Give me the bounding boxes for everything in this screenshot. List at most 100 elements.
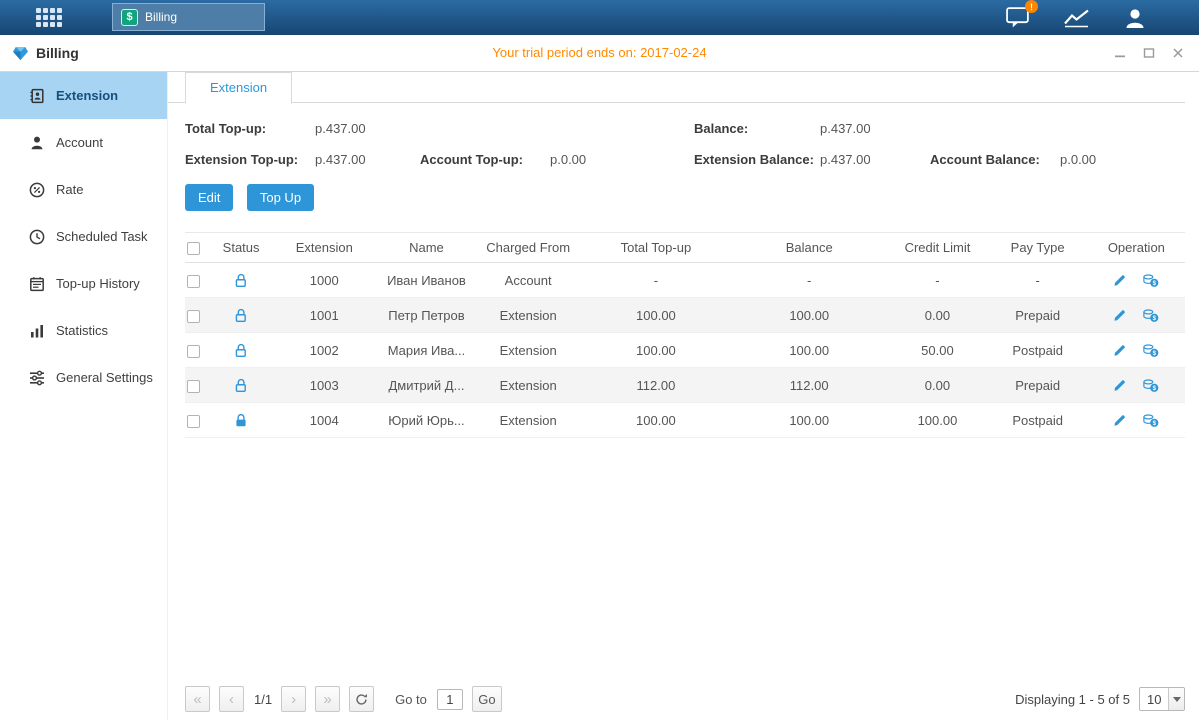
cell-name: Мария Ива... (377, 333, 475, 368)
edit-row-icon[interactable] (1113, 273, 1127, 287)
cell-extension: 1001 (271, 298, 377, 333)
page-size-select[interactable]: 10 (1139, 687, 1185, 711)
taskbar-item-billing[interactable]: $ Billing (112, 3, 265, 31)
last-page-button[interactable]: » (315, 686, 340, 712)
edit-row-icon[interactable] (1113, 308, 1127, 322)
cell-balance: 100.00 (731, 298, 887, 333)
top-up-row-icon[interactable]: $ (1143, 308, 1159, 323)
column-header-status: Status (211, 233, 271, 263)
edit-row-icon[interactable] (1113, 378, 1127, 392)
billing-window-icon (12, 46, 29, 61)
top-up-row-icon[interactable]: $ (1143, 413, 1159, 428)
page-indicator: 1/1 (254, 692, 272, 707)
select-all-checkbox[interactable] (187, 242, 200, 255)
extension-balance-label: Extension Balance: (694, 152, 820, 167)
statistics-topbar-icon[interactable] (1063, 8, 1091, 28)
apps-grid-icon[interactable] (36, 8, 62, 27)
tab-extension[interactable]: Extension (185, 72, 292, 104)
sidebar-item-rate[interactable]: Rate (0, 166, 167, 213)
first-page-button[interactable]: « (185, 686, 210, 712)
row-checkbox[interactable] (187, 415, 200, 428)
next-page-button[interactable]: › (281, 686, 306, 712)
go-button[interactable]: Go (472, 686, 502, 712)
calendar-icon (29, 276, 45, 292)
cell-pay-type: Postpaid (988, 333, 1088, 368)
cell-balance: - (731, 263, 887, 298)
line-chart-icon (1063, 8, 1091, 28)
column-header-charged-from: Charged From (476, 233, 581, 263)
cell-name: Иван Иванов (377, 263, 475, 298)
sidebar-item-label: Top-up History (56, 276, 140, 291)
page-size-value: 10 (1140, 692, 1168, 707)
cell-pay-type: Postpaid (988, 403, 1088, 438)
cell-charged-from: Account (476, 263, 581, 298)
extension-icon (29, 88, 45, 104)
sidebar-item-extension[interactable]: Extension (0, 72, 167, 119)
cell-extension: 1000 (271, 263, 377, 298)
sidebar-item-label: Scheduled Task (56, 229, 148, 244)
bar-chart-icon (29, 323, 45, 339)
sidebar-item-account[interactable]: Account (0, 119, 167, 166)
cell-pay-type: Prepaid (988, 368, 1088, 403)
tab-bar: Extension (168, 72, 1185, 103)
account-balance-value: р.0.00 (1060, 152, 1096, 167)
row-checkbox[interactable] (187, 275, 200, 288)
sidebar-item-label: General Settings (56, 370, 153, 385)
account-balance-label: Account Balance: (930, 152, 1060, 167)
edit-button[interactable]: Edit (185, 184, 233, 211)
total-topup-value: р.437.00 (315, 121, 420, 136)
previous-page-button[interactable]: ‹ (219, 686, 244, 712)
table-row: 1000 Иван Иванов Account - - - - (185, 263, 1185, 298)
refresh-icon (355, 693, 368, 706)
top-up-row-icon[interactable]: $ (1143, 343, 1159, 358)
column-header-balance: Balance (731, 233, 887, 263)
cell-credit-limit: 0.00 (887, 298, 987, 333)
edit-row-icon[interactable] (1113, 413, 1127, 427)
maximize-button[interactable] (1142, 46, 1156, 60)
refresh-button[interactable] (349, 686, 374, 712)
main-content: Extension Total Top-up: р.437.00 Balance… (168, 72, 1199, 720)
billing-app-icon: $ (121, 9, 138, 26)
edit-row-icon[interactable] (1113, 343, 1127, 357)
balance-value: р.437.00 (820, 121, 871, 136)
sidebar-item-label: Rate (56, 182, 83, 197)
user-account-icon[interactable] (1123, 7, 1147, 29)
cell-total-topup: 100.00 (581, 298, 731, 333)
table-row: 1004 Юрий Юрь... Extension 100.00 100.00… (185, 403, 1185, 438)
top-up-button[interactable]: Top Up (247, 184, 314, 211)
table-row: 1002 Мария Ива... Extension 100.00 100.0… (185, 333, 1185, 368)
table-row: 1001 Петр Петров Extension 100.00 100.00… (185, 298, 1185, 333)
row-checkbox[interactable] (187, 310, 200, 323)
cell-extension: 1002 (271, 333, 377, 368)
notification-badge: ! (1025, 0, 1038, 13)
sidebar-item-statistics[interactable]: Statistics (0, 307, 167, 354)
status-unlocked-icon (234, 308, 248, 323)
status-unlocked-icon (234, 343, 248, 358)
cell-balance: 112.00 (731, 368, 887, 403)
sidebar-item-topup-history[interactable]: Top-up History (0, 260, 167, 307)
column-header-pay-type: Pay Type (988, 233, 1088, 263)
column-header-extension: Extension (271, 233, 377, 263)
account-topup-label: Account Top-up: (420, 152, 550, 167)
system-topbar: $ Billing ! (0, 0, 1199, 35)
messages-icon[interactable]: ! (1006, 6, 1031, 29)
cell-charged-from: Extension (476, 403, 581, 438)
balance-label: Balance: (694, 121, 820, 136)
sidebar-item-label: Statistics (56, 323, 108, 338)
status-unlocked-icon (234, 378, 248, 393)
minimize-button[interactable] (1113, 46, 1127, 60)
cell-credit-limit: - (887, 263, 987, 298)
goto-page-input[interactable] (437, 689, 463, 710)
sidebar-item-label: Extension (56, 88, 118, 103)
cell-name: Дмитрий Д... (377, 368, 475, 403)
row-checkbox[interactable] (187, 380, 200, 393)
pagination-bar: « ‹ 1/1 › » Go to Go Displaying 1 - 5 of… (185, 685, 1185, 713)
close-button[interactable] (1171, 46, 1185, 60)
sidebar-item-general-settings[interactable]: General Settings (0, 354, 167, 401)
top-up-row-icon[interactable]: $ (1143, 273, 1159, 288)
row-checkbox[interactable] (187, 345, 200, 358)
sidebar-item-scheduled-task[interactable]: Scheduled Task (0, 213, 167, 260)
sidebar: Extension Account Rate (0, 72, 168, 720)
cell-name: Юрий Юрь... (377, 403, 475, 438)
top-up-row-icon[interactable]: $ (1143, 378, 1159, 393)
